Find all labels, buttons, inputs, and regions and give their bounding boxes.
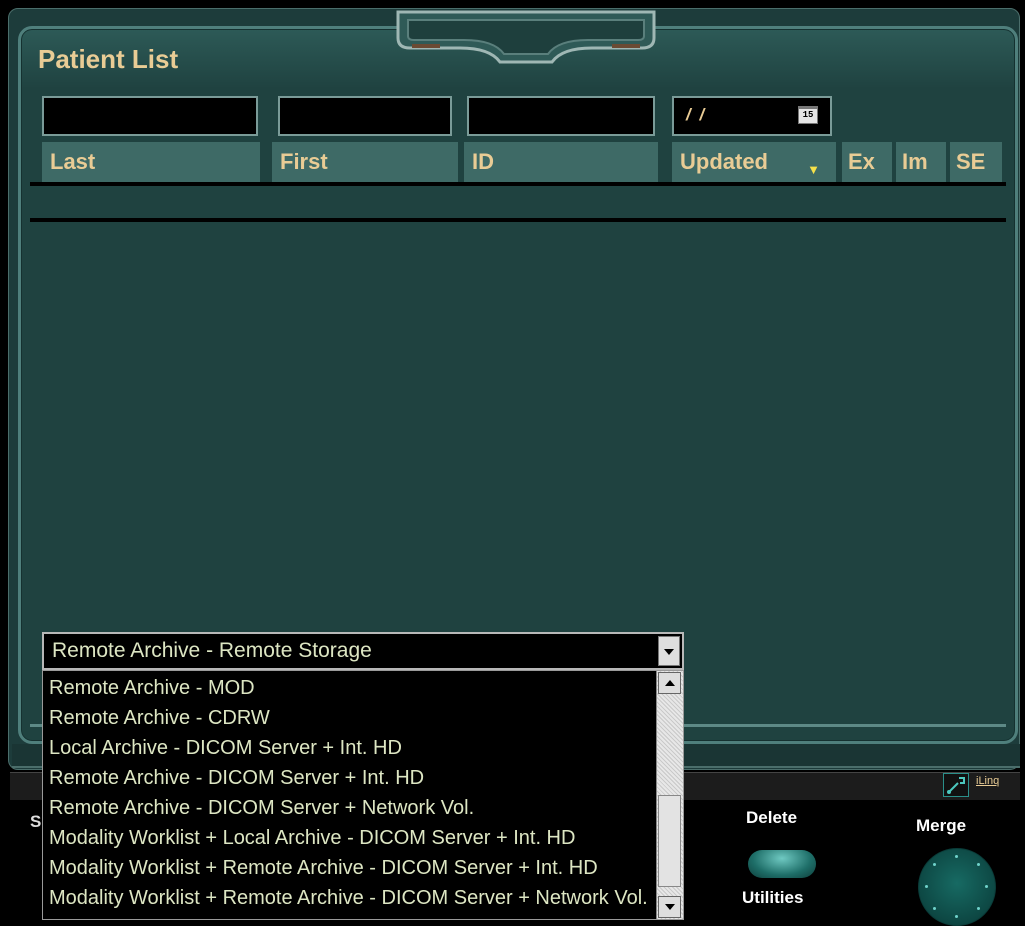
date-value: / / (686, 105, 707, 124)
column-label-se: SE (956, 149, 986, 174)
page-title: Patient List (38, 44, 179, 74)
dropdown-option[interactable]: Modality Worklist + Remote Archive - DIC… (49, 857, 598, 880)
dropdown-option[interactable]: Modality Worklist + Remote Archive - DIC… (49, 887, 648, 910)
dropdown-option[interactable]: Remote Archive - MOD (49, 677, 255, 700)
iling-link[interactable]: iLinq (976, 775, 999, 787)
column-header-ex[interactable]: Ex (842, 142, 892, 182)
id-filter[interactable] (467, 96, 655, 136)
first-name-filter[interactable] (278, 96, 452, 136)
patient-list-area[interactable] (30, 186, 1006, 626)
dropdown-option[interactable]: Remote Archive - CDRW (49, 707, 270, 730)
column-header-first[interactable]: First (272, 142, 458, 182)
id-input[interactable] (469, 98, 653, 134)
utilities-pill-button[interactable] (748, 850, 816, 878)
column-label-first: First (280, 149, 328, 174)
column-header-im[interactable]: Im (896, 142, 946, 182)
calendar-icon[interactable]: 15 (798, 106, 818, 124)
column-label-updated: Updated (680, 149, 768, 174)
dropdown-option[interactable]: Modality Worklist + Local Archive - DICO… (49, 827, 575, 850)
last-name-filter[interactable] (42, 96, 258, 136)
column-label-im: Im (902, 149, 928, 174)
partial-button-label: S (30, 812, 42, 831)
column-header-id[interactable]: ID (464, 142, 658, 182)
scroll-down-icon[interactable] (658, 896, 681, 918)
first-name-input[interactable] (280, 98, 450, 134)
column-label-id: ID (472, 149, 494, 174)
last-name-input[interactable] (44, 98, 256, 134)
column-header-updated[interactable]: Updated ▼ (672, 142, 836, 182)
source-dropdown-list[interactable]: Remote Archive - MOD Remote Archive - CD… (42, 670, 684, 920)
utilities-button[interactable]: Utilities (742, 888, 803, 908)
dropdown-option[interactable]: Remote Archive - DICOM Server + Network … (49, 797, 474, 820)
source-dropdown-value: Remote Archive - Remote Storage (52, 639, 372, 662)
column-label-ex: Ex (848, 149, 875, 174)
dropdown-scrollbar[interactable] (656, 671, 683, 919)
delete-button[interactable]: Delete (746, 808, 797, 828)
dropdown-option[interactable]: Remote Archive - DICOM Server + Int. HD (49, 767, 424, 790)
merge-knob[interactable] (918, 848, 996, 926)
panel-handle (396, 10, 656, 64)
wrench-icon[interactable] (943, 773, 969, 797)
column-label-last: Last (50, 149, 96, 174)
scroll-up-icon[interactable] (658, 672, 681, 694)
source-dropdown[interactable]: Remote Archive - Remote Storage (42, 632, 684, 670)
date-filter[interactable]: / / 15 (672, 96, 832, 136)
chevron-down-icon[interactable] (658, 636, 680, 666)
column-header-se[interactable]: SE (950, 142, 1002, 182)
merge-button[interactable]: Merge (916, 816, 966, 836)
scrollbar-thumb[interactable] (658, 795, 681, 887)
column-header-last[interactable]: Last (42, 142, 260, 182)
dropdown-option[interactable]: Local Archive - DICOM Server + Int. HD (49, 737, 402, 760)
